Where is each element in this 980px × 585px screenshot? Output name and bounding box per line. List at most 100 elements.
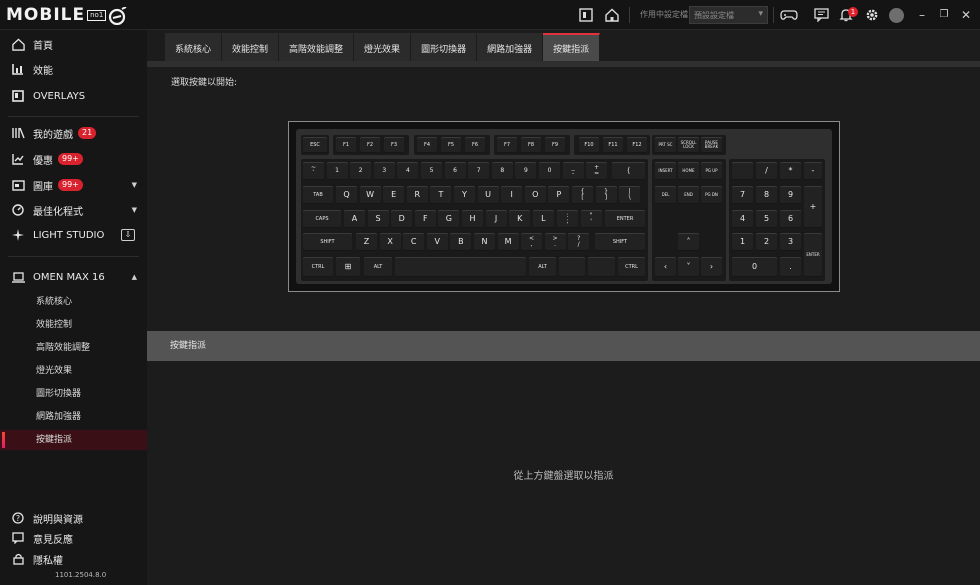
sub-item-lighting[interactable]: 燈光效果 xyxy=(0,361,147,381)
key-num-4[interactable]: 4 xyxy=(732,210,753,228)
key-arrow-left[interactable]: ‹ xyxy=(655,257,676,277)
tab-performance-control[interactable]: 效能控制 xyxy=(222,33,280,61)
key-digit-5[interactable]: 5 xyxy=(421,162,442,180)
key-comma[interactable]: <, xyxy=(521,233,542,251)
key-p[interactable]: P xyxy=(548,186,570,204)
key-e[interactable]: E xyxy=(383,186,405,204)
sidebar-item-privacy[interactable]: 隱私權 xyxy=(0,548,147,570)
key-u[interactable]: U xyxy=(477,186,499,204)
key-m[interactable]: M xyxy=(497,233,519,251)
key-w[interactable]: W xyxy=(359,186,381,204)
sidebar-item-help[interactable]: ? 說明與資源 xyxy=(0,507,147,529)
key-num-7[interactable]: 7 xyxy=(732,186,753,204)
key-esc[interactable]: ESC xyxy=(303,137,327,153)
key-semicolon[interactable]: :; xyxy=(557,210,578,228)
key-num-divide[interactable]: / xyxy=(756,162,777,180)
sidebar-item-my-games[interactable]: 我的遊戲 21 xyxy=(0,122,147,144)
key-page-down[interactable]: PG DN xyxy=(701,186,722,204)
key-home[interactable]: HOME xyxy=(678,162,699,180)
windows-key[interactable]: ⊞ xyxy=(336,257,360,277)
key-backslash[interactable]: | \ xyxy=(619,186,641,204)
key-f7[interactable]: F7 xyxy=(497,137,517,153)
key-left-shift[interactable]: SHIFT xyxy=(303,233,352,251)
key-slash[interactable]: ? / xyxy=(568,233,590,251)
key-t[interactable]: T xyxy=(430,186,452,204)
key-quote[interactable]: " ' xyxy=(580,210,602,228)
key-num-minus[interactable]: - xyxy=(804,162,822,180)
key-f2[interactable]: F2 xyxy=(360,137,380,153)
key-b[interactable]: B xyxy=(450,233,472,251)
key-fn[interactable] xyxy=(559,257,585,277)
key-backspace[interactable]: ⟨ xyxy=(612,162,645,180)
key-f5[interactable]: F5 xyxy=(441,137,461,153)
key-digit-7[interactable]: 7 xyxy=(468,162,490,180)
sub-item-network-booster[interactable]: 網路加強器 xyxy=(0,407,147,427)
key-delete[interactable]: DEL xyxy=(655,186,676,204)
sidebar-item-offers[interactable]: 優惠 99+ xyxy=(0,148,147,170)
sidebar-item-optimizer[interactable]: 最佳化程式 ▼ xyxy=(0,199,147,221)
key-f[interactable]: F xyxy=(414,210,436,228)
key-num-5[interactable]: 5 xyxy=(756,210,777,228)
key-num-3[interactable]: 3 xyxy=(780,233,801,251)
key-num-8[interactable]: 8 xyxy=(756,186,777,204)
key-f9[interactable]: F9 xyxy=(545,137,565,153)
key-f12[interactable]: F12 xyxy=(627,137,647,153)
sub-item-system-core[interactable]: 系統核心 xyxy=(0,292,147,312)
tab-advanced-tuning[interactable]: 高階效能調整 xyxy=(279,33,355,61)
key-q[interactable]: Q xyxy=(336,186,357,204)
key-x[interactable]: X xyxy=(379,233,401,251)
key-i[interactable]: I xyxy=(501,186,523,204)
key-enter[interactable]: ENTER xyxy=(605,210,645,228)
key-digit-0[interactable]: 0 xyxy=(539,162,560,180)
caret-down-icon[interactable]: ▼ xyxy=(132,206,137,214)
sidebar-item-performance[interactable]: 效能 xyxy=(0,58,147,80)
key-num-6[interactable]: 6 xyxy=(780,210,801,228)
key-f8[interactable]: F8 xyxy=(521,137,541,153)
key-num-decimal[interactable]: . xyxy=(780,257,801,277)
tab-key-assignment[interactable]: 按鍵指派 xyxy=(543,33,601,61)
key-k[interactable]: K xyxy=(509,210,531,228)
tab-graphics-switcher[interactable]: 圖形切換器 xyxy=(411,33,478,61)
sub-item-key-assignment[interactable]: 按鍵指派 xyxy=(0,430,147,450)
key-print-screen[interactable]: PRT SC xyxy=(655,137,676,153)
key-f1[interactable]: F1 xyxy=(336,137,356,153)
sidebar-item-light-studio[interactable]: LIGHT STUDIO ⇩ xyxy=(0,224,147,246)
key-r[interactable]: R xyxy=(406,186,428,204)
message-icon[interactable] xyxy=(812,6,830,24)
key-v[interactable]: V xyxy=(426,233,448,251)
sidebar-item-feedback[interactable]: 意見反應 xyxy=(0,527,147,549)
home-icon[interactable] xyxy=(603,6,621,24)
key-f4[interactable]: F4 xyxy=(417,137,437,153)
key-f6[interactable]: F6 xyxy=(465,137,485,153)
key-f11[interactable]: F11 xyxy=(603,137,623,153)
key-y[interactable]: Y xyxy=(454,186,475,204)
key-right-ctrl[interactable]: CTRL xyxy=(618,257,645,277)
key-f10[interactable]: F10 xyxy=(579,137,599,153)
key-num-lock[interactable] xyxy=(732,162,753,180)
key-digit-6[interactable]: 6 xyxy=(444,162,466,180)
key-equals[interactable]: + = xyxy=(586,162,608,180)
gamepad-icon[interactable] xyxy=(779,6,799,24)
tab-system-core[interactable]: 系統核心 xyxy=(165,33,223,61)
key-arrow-right[interactable]: › xyxy=(701,257,722,277)
minimize-icon[interactable]: – xyxy=(915,6,929,24)
key-num-9[interactable]: 9 xyxy=(780,186,801,204)
key-arrow-up[interactable]: ˄ xyxy=(678,233,699,251)
sub-item-graphics-switcher[interactable]: 圖形切換器 xyxy=(0,384,147,404)
sub-item-performance-control[interactable]: 效能控制 xyxy=(0,315,147,335)
key-period[interactable]: >. xyxy=(544,233,566,251)
key-caps-lock[interactable]: CAPS xyxy=(303,210,341,228)
key-digit-2[interactable]: 2 xyxy=(350,162,372,180)
key-page-up[interactable]: PG UP xyxy=(701,162,722,180)
key-end[interactable]: END xyxy=(678,186,699,204)
key-f3[interactable]: F3 xyxy=(384,137,404,153)
key-num-2[interactable]: 2 xyxy=(756,233,777,251)
key-n[interactable]: N xyxy=(474,233,495,251)
restore-icon[interactable]: ❐ xyxy=(937,6,951,24)
sidebar-item-device[interactable]: OMEN MAX 16 ▲ xyxy=(0,266,147,288)
key-num-plus[interactable]: + xyxy=(804,186,822,228)
key-left-ctrl[interactable]: CTRL xyxy=(303,257,333,277)
key-left-alt[interactable]: ALT xyxy=(364,257,392,277)
caret-down-icon[interactable]: ▼ xyxy=(132,181,137,189)
gear-icon[interactable] xyxy=(863,6,881,24)
